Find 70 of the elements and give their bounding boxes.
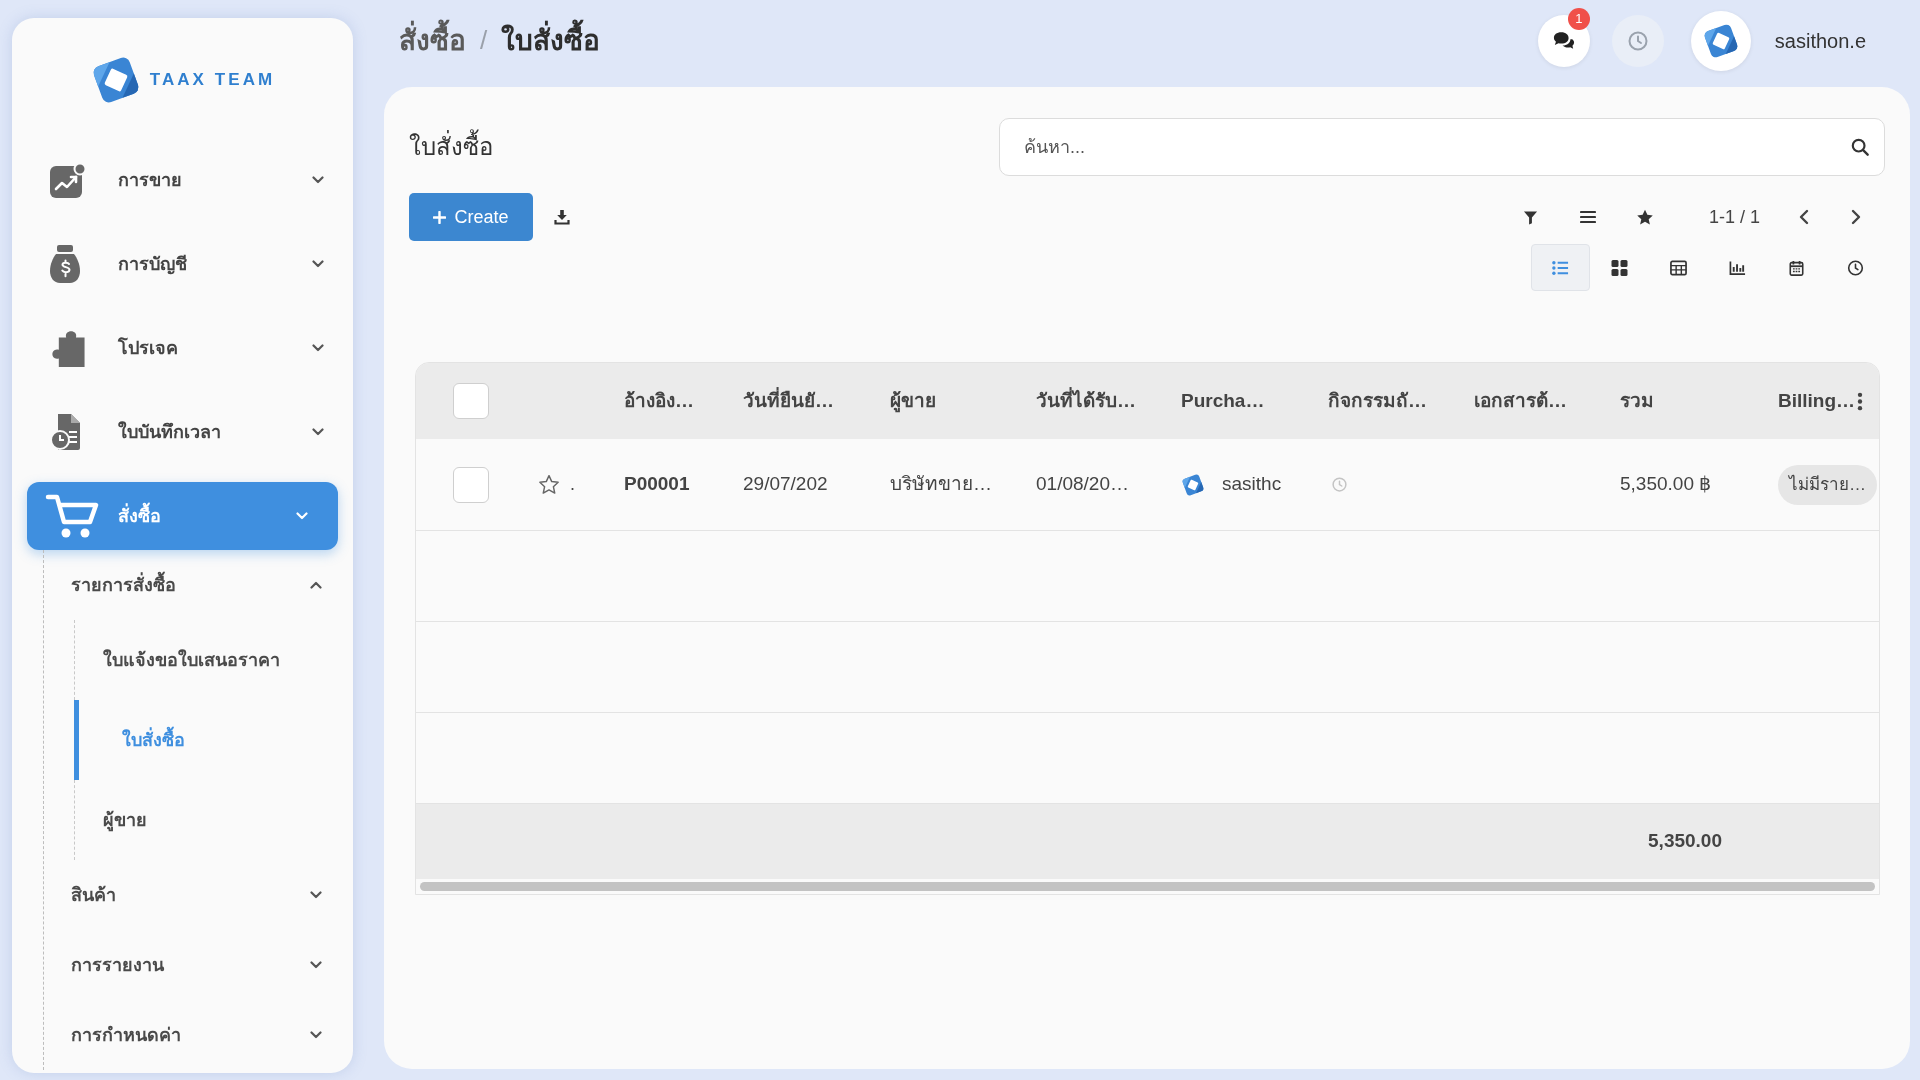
sidebar-menu-item[interactable]: การขาย [27, 146, 338, 214]
horizontal-scrollbar[interactable] [420, 882, 1875, 891]
status-badge: ไม่มีราย… [1778, 464, 1877, 505]
submenu-item[interactable]: ใบแจ้งขอใบเสนอราคา [74, 620, 338, 700]
page-title: ใบสั่งซื้อ [409, 129, 493, 165]
breadcrumb-item[interactable]: สั่งซื้อ [399, 19, 466, 62]
grid-icon [1611, 259, 1628, 276]
column-header[interactable]: ผู้ขาย [875, 363, 1021, 439]
star-icon[interactable] [538, 474, 560, 495]
column-header[interactable]: กิจกรรมถั… [1313, 363, 1459, 439]
chart-icon [50, 162, 87, 198]
submenu-item[interactable]: รายการสั่งซื้อ [44, 550, 338, 620]
cart-icon [45, 493, 99, 539]
money-bag-icon [50, 245, 80, 283]
calendar-icon [1788, 259, 1805, 276]
search-field[interactable]: ค้นหา... [999, 118, 1885, 176]
submenu-item[interactable]: การกำหนดค่า [44, 1000, 338, 1070]
table-cell-text: 5,350.00 ฿ [1620, 472, 1712, 497]
logo-text: TAAX TEAM [149, 69, 276, 92]
filter-icon[interactable] [1523, 209, 1539, 225]
sidebar-menu-item[interactable]: ใบบันทึกเวลา [27, 398, 338, 466]
chevron-down-icon [312, 428, 324, 436]
submenu-item[interactable]: สินค้า [44, 860, 338, 930]
row-checkbox[interactable] [453, 466, 489, 503]
table-icon [1670, 259, 1687, 276]
chat-icon [1552, 31, 1575, 50]
pager-value[interactable]: 1-1 / 1 [1708, 203, 1760, 231]
chevron-down-icon [312, 260, 324, 268]
column-header[interactable]: Billing… [1763, 363, 1879, 439]
chevron-left-icon[interactable] [1799, 209, 1809, 225]
column-header[interactable]: เอกสารต้… [1459, 363, 1605, 439]
user-name[interactable]: sasithon.e [1774, 25, 1866, 56]
list-icon [1552, 259, 1569, 276]
breadcrumb-separator: / [480, 24, 488, 57]
column-header[interactable]: รวม [1605, 363, 1763, 439]
plus-icon [433, 210, 447, 224]
dots-vertical-icon[interactable] [1857, 391, 1863, 411]
column-header[interactable]: Purcha… [1166, 363, 1313, 439]
column-header[interactable]: อ้างอิง… [609, 363, 728, 439]
submenu-item[interactable]: การรายงาน [44, 930, 338, 1000]
table-cell-text: บริษัทขาย… [890, 472, 992, 497]
download-icon[interactable] [554, 209, 570, 225]
chevron-right-icon[interactable] [1851, 209, 1861, 225]
document-clock-icon [50, 414, 82, 450]
puzzle-icon [50, 329, 86, 367]
chevron-down-icon [296, 512, 308, 520]
notification-badge: 1 [1567, 7, 1590, 30]
table-cell-text: sasithc [1222, 472, 1282, 497]
chevron-down-icon [312, 344, 324, 352]
table-cell-text: P00001 [624, 472, 690, 497]
messages-button[interactable] [1537, 14, 1590, 67]
breadcrumb-item: ใบสั่งซื้อ [501, 19, 601, 62]
row-marker-text: . [570, 473, 575, 496]
chevron-down-icon [312, 176, 324, 184]
clock-icon [1627, 30, 1648, 51]
table-cell-text: 01/08/20… [1036, 472, 1129, 497]
star-icon[interactable] [1635, 208, 1654, 226]
sidebar-menu-item[interactable]: โปรเจค [27, 314, 338, 382]
search-icon[interactable] [1851, 138, 1869, 156]
column-header[interactable]: วันที่ได้รับ… [1021, 363, 1166, 439]
list-icon[interactable] [1579, 210, 1596, 224]
column-header[interactable]: วันที่ยืนยั… [728, 363, 875, 439]
table-cell-text: 29/07/202 [743, 472, 828, 497]
select-all-checkbox[interactable] [453, 383, 489, 419]
submenu-item[interactable]: ผู้ขาย [74, 780, 338, 860]
sidebar-menu-item[interactable]: การบัญชี [27, 230, 338, 298]
total-value: 5,350.00 [1648, 829, 1722, 854]
create-button[interactable]: Create [409, 193, 533, 241]
bar-chart-icon [1729, 259, 1746, 276]
clock-icon [1847, 259, 1864, 276]
